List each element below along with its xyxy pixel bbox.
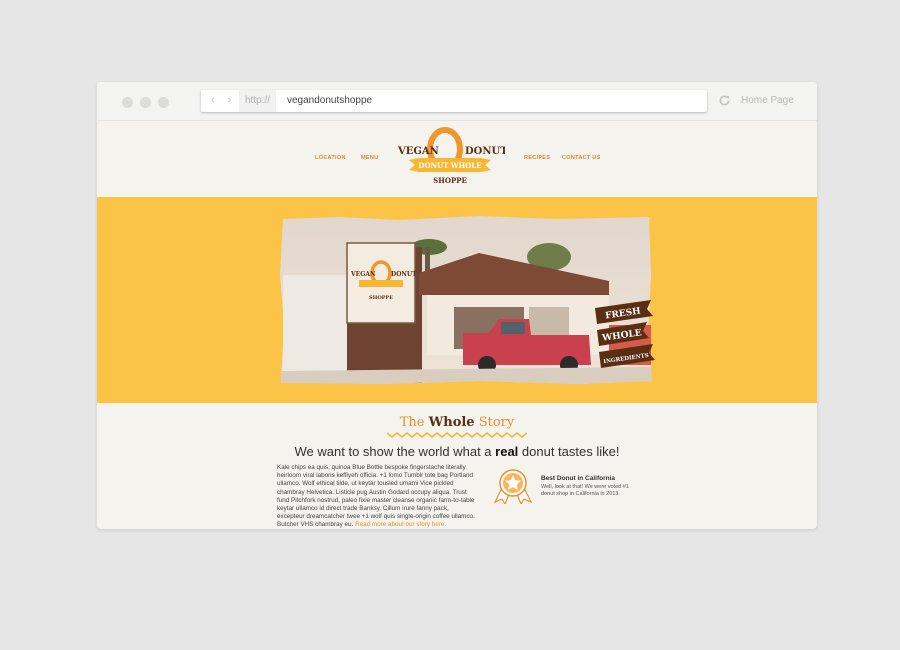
read-more-link[interactable]: Read more about our story here. bbox=[355, 521, 446, 528]
url-text[interactable]: vegandonutshoppe bbox=[287, 90, 372, 112]
photo-sign-shoppe: SHOPPE bbox=[369, 295, 393, 301]
nav-menu[interactable]: MENU bbox=[361, 155, 378, 161]
back-forward-icon[interactable]: ‹ › bbox=[211, 94, 236, 106]
nav-recipes[interactable]: RECIPES bbox=[524, 155, 550, 161]
story-body: Kale chips ea quis, quinoa Blue Bottle b… bbox=[277, 464, 477, 529]
logo-ribbon: DONUT WHOLE bbox=[418, 161, 481, 170]
url-protocol: http:// bbox=[239, 90, 277, 112]
window-zoom-dot[interactable] bbox=[158, 97, 169, 108]
address-bar[interactable]: ‹ › http:// vegandonutshoppe bbox=[201, 90, 707, 112]
story-title: The Whole Story bbox=[399, 415, 515, 430]
photo-sign-donut: DONUT bbox=[391, 271, 417, 278]
nav-location[interactable]: LOCATION bbox=[315, 155, 346, 161]
browser-toolbar: ‹ › http:// vegandonutshoppe Home Page bbox=[97, 82, 817, 121]
home-page-link[interactable]: Home Page bbox=[741, 95, 794, 106]
award-text: Well, look at that! We were voted #1 don… bbox=[541, 484, 629, 497]
award-ribbon-icon bbox=[493, 469, 533, 504]
photo-sign-vegan: VEGAN bbox=[350, 271, 376, 278]
logo-vegan: VEGAN bbox=[397, 146, 439, 157]
story-tagline: We want to show the world what a real do… bbox=[294, 444, 620, 459]
story-body-text: Kale chips ea quis, quinoa Blue Bottle b… bbox=[277, 464, 475, 529]
logo-donut: DONUT bbox=[465, 146, 505, 157]
fresh-whole-ingredients-banner: FRESH WHOLE INGREDIENTS bbox=[595, 300, 655, 368]
hero-section: VEGAN DONUT SHOPPE FRESH WHOLE INGREDIEN… bbox=[97, 197, 817, 403]
logo-shoppe: SHOPPE bbox=[433, 176, 467, 185]
window-close-dot[interactable] bbox=[122, 97, 133, 108]
site-logo[interactable]: VEGAN DONUT DONUT WHOLE SHOPPE bbox=[395, 127, 505, 189]
title-underline bbox=[387, 432, 527, 438]
nav-contact-us[interactable]: CONTACT US bbox=[562, 155, 601, 161]
browser-window: ‹ › http:// vegandonutshoppe Home Page L… bbox=[97, 82, 817, 529]
award-title: Best Donut in California bbox=[541, 475, 616, 482]
refresh-icon[interactable] bbox=[718, 94, 731, 107]
window-minimize-dot[interactable] bbox=[140, 97, 151, 108]
